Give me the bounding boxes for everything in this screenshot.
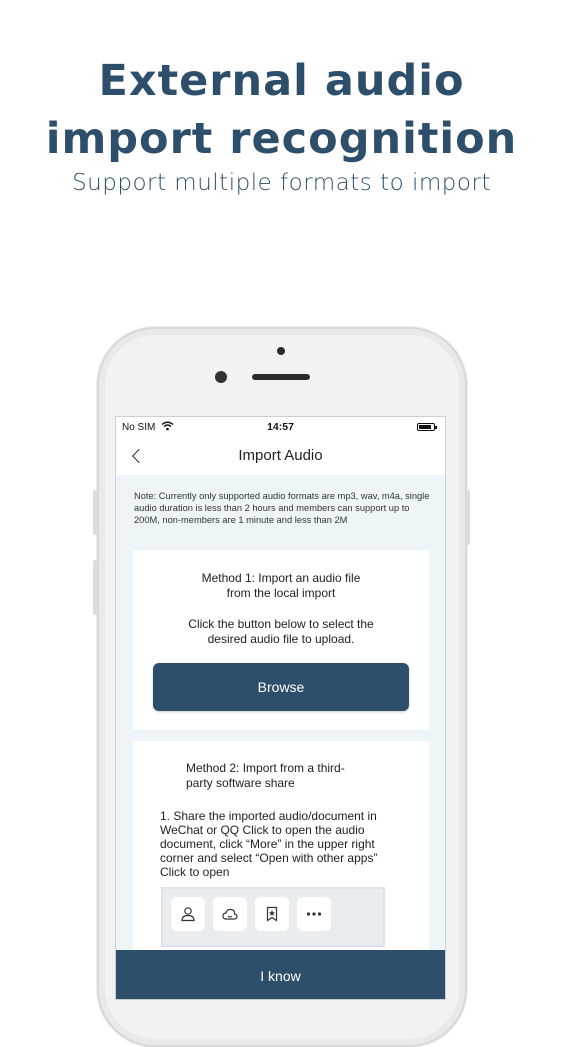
method-1-title: Method 1: Import an audio file from the … [133,571,429,601]
method-1-card: Method 1: Import an audio file from the … [133,550,429,730]
method-1-desc-line: Click the button below to select the [188,617,374,631]
method-2-title-line: party software share [186,776,295,790]
phone-camera [215,371,227,383]
phone-sensor [277,347,285,355]
subtitle: Support multiple formats to import [72,170,491,196]
status-bar: No SIM 14:57 [116,417,445,437]
bookmark-star-icon [255,897,289,931]
method-1-description: Click the button below to select the des… [133,617,429,647]
method-2-title-line: Method 2: Import from a third- [186,761,345,775]
person-icon [171,897,205,931]
format-note: Note: Currently only supported audio for… [134,491,430,525]
method-1-title-line: from the local import [226,586,336,600]
status-time: 14:57 [267,421,294,433]
method-2-description: 1. Share the imported audio/document in … [160,809,378,879]
nav-bar: Import Audio [116,439,445,473]
share-panel-illustration [161,887,385,947]
phone-side-button [93,490,97,535]
phone-speaker [252,374,310,380]
cloud-icon [213,897,247,931]
method-1-desc-line: desired audio file to upload. [207,632,355,646]
phone-screen: No SIM 14:57 Import Audio Note: Currentl… [115,416,446,1000]
headline-line-1: External audio [98,56,465,106]
i-know-button[interactable]: I know [116,950,445,999]
phone-side-button [466,490,470,545]
page-title: Import Audio [238,447,323,464]
headline-line-2: import recognition [45,114,518,164]
method-2-card: Method 2: Import from a third- party sof… [133,741,429,953]
phone-side-button [93,560,97,615]
method-2-title: Method 2: Import from a third- party sof… [186,761,386,791]
method-1-title-line: Method 1: Import an audio file [201,571,361,585]
more-icon [297,897,331,931]
content-area: Note: Currently only supported audio for… [116,475,445,953]
browse-button[interactable]: Browse [153,663,409,711]
battery-icon [417,423,437,431]
